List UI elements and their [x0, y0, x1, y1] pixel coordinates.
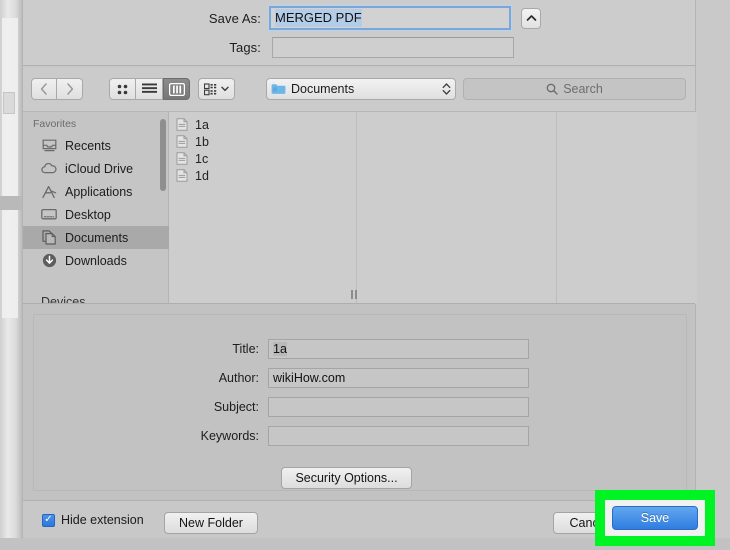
search-placeholder-text: Search [563, 82, 603, 96]
arrange-items-icon [204, 83, 218, 96]
recents-icon [41, 138, 57, 154]
column-view-icon [169, 83, 185, 96]
hide-extension-label: Hide extension [61, 513, 144, 527]
background-left-strip [0, 0, 22, 550]
pdf-file-icon [175, 152, 188, 166]
browser-column-1: 1a 1b [169, 112, 357, 304]
hide-extension-checkbox-wrap[interactable]: ✓ Hide extension [42, 513, 144, 527]
sidebar-item-label: iCloud Drive [65, 162, 133, 176]
back-button[interactable] [31, 78, 57, 100]
background-left-tile [3, 92, 15, 114]
sidebar-item-label: Downloads [65, 254, 127, 268]
sidebar: Favorites Recents [23, 112, 169, 304]
location-popup-value: Documents [291, 82, 354, 96]
author-label: Author: [34, 371, 259, 385]
sidebar-item-label: Applications [65, 185, 132, 199]
keywords-label: Keywords: [34, 429, 259, 443]
list-item[interactable]: 1d [175, 167, 209, 184]
list-view-icon [142, 83, 157, 95]
search-icon [546, 83, 558, 95]
list-item-label: 1b [195, 135, 209, 149]
tags-label: Tags: [23, 40, 261, 55]
hide-extension-checkbox[interactable]: ✓ [42, 514, 55, 527]
sidebar-item-label: Documents [65, 231, 128, 245]
browser-column-2 [357, 112, 557, 304]
sidebar-item-label: Recents [65, 139, 111, 153]
title-input-value: 1a [273, 342, 287, 356]
save-as-input[interactable]: MERGED PDF [269, 6, 511, 30]
checkmark-icon: ✓ [44, 515, 52, 525]
pdf-file-icon [175, 135, 188, 149]
chevron-down-icon [221, 86, 229, 92]
arrange-button-group [198, 78, 235, 100]
search-input[interactable]: Search [463, 78, 686, 100]
navigation-buttons [31, 78, 83, 100]
applications-icon [41, 184, 57, 200]
chevron-right-icon [66, 83, 74, 95]
list-item[interactable]: 1b [175, 133, 209, 150]
pdf-file-icon [175, 118, 188, 132]
up-down-chevron-icon [442, 82, 451, 96]
list-item-label: 1c [195, 152, 208, 166]
list-view-button[interactable] [136, 78, 163, 100]
background-left-band [0, 196, 22, 210]
grid-view-icon [116, 83, 129, 96]
subject-input[interactable] [268, 397, 529, 417]
location-popup-button[interactable]: Documents [266, 78, 456, 100]
author-input-value: wikiHow.com [273, 371, 345, 385]
save-dialog: Save As: MERGED PDF Tags: [22, 0, 696, 538]
save-button-highlight-annotation: Save [595, 490, 715, 546]
expand-dialog-button[interactable] [521, 8, 541, 29]
title-input[interactable]: 1a [268, 339, 529, 359]
pdf-metadata-panel: Title: 1a Author: wikiHow.com Subject: [23, 303, 695, 500]
chevron-left-icon [40, 83, 48, 95]
documents-icon [41, 230, 57, 246]
list-item-label: 1d [195, 169, 209, 183]
file-browser: Favorites Recents [23, 111, 695, 303]
author-input[interactable]: wikiHow.com [268, 368, 529, 388]
sidebar-item-icloud-drive[interactable]: iCloud Drive [23, 157, 169, 180]
view-mode-buttons [109, 78, 190, 100]
desktop-icon [41, 207, 57, 223]
sidebar-item-label: Desktop [65, 208, 111, 222]
list-item[interactable]: 1a [175, 116, 209, 133]
cloud-icon [41, 161, 57, 177]
save-name-area: Save As: MERGED PDF Tags: [23, 0, 695, 66]
list-item-label: 1a [195, 118, 209, 132]
sidebar-item-applications[interactable]: Applications [23, 180, 169, 203]
forward-button[interactable] [57, 78, 83, 100]
arrange-button[interactable] [198, 78, 235, 100]
browser-column-3 [557, 112, 697, 304]
name-area-divider [23, 65, 695, 66]
keywords-input[interactable] [268, 426, 529, 446]
icon-view-button[interactable] [109, 78, 136, 100]
sidebar-item-recents[interactable]: Recents [23, 134, 169, 157]
pdf-metadata-group: Title: 1a Author: wikiHow.com Subject: [33, 314, 687, 491]
file-browser-toolbar: Documents Search [23, 67, 695, 111]
chevron-up-icon [526, 14, 537, 22]
folder-icon [271, 83, 286, 96]
tags-input[interactable] [272, 37, 514, 58]
background-left-panel [2, 18, 18, 318]
sidebar-scrollbar[interactable] [160, 119, 166, 191]
save-as-input-value: MERGED PDF [275, 9, 362, 27]
new-folder-button[interactable]: New Folder [164, 512, 258, 534]
title-label: Title: [34, 342, 259, 356]
downloads-icon [41, 253, 57, 269]
sidebar-item-downloads[interactable]: Downloads [23, 249, 169, 272]
pdf-file-icon [175, 169, 188, 183]
save-button[interactable]: Save [612, 506, 698, 530]
sidebar-section-favorites: Favorites [33, 118, 76, 130]
save-as-label: Save As: [23, 11, 261, 26]
screenshot-root: Save As: MERGED PDF Tags: [0, 0, 730, 550]
column-view-button[interactable] [163, 78, 190, 100]
security-options-button[interactable]: Security Options... [281, 467, 412, 489]
subject-label: Subject: [34, 400, 259, 414]
list-item[interactable]: 1c [175, 150, 208, 167]
sidebar-item-desktop[interactable]: Desktop [23, 203, 169, 226]
sidebar-item-documents[interactable]: Documents [23, 226, 169, 249]
